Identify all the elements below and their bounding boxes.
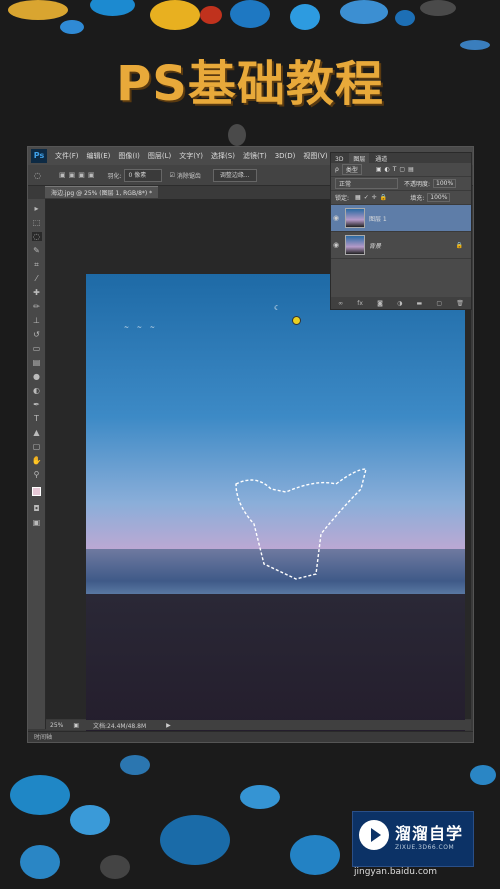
lasso-selection-outline [235,468,367,580]
fill-label: 填充: [410,195,425,202]
timeline-tab[interactable]: 时间轴 [28,731,473,742]
path-select-tool-icon[interactable]: ▲ [32,428,42,437]
tab-3d[interactable]: 3D [331,155,347,164]
group-icon[interactable]: ▬ [417,300,423,307]
footer-url: jingyan.baidu.com [354,867,438,877]
shape-tool-icon[interactable]: ▢ [32,442,42,451]
layer-name: 背景 [369,242,382,250]
kind-filter-dropdown[interactable]: 类型 [341,164,362,175]
menu-3d[interactable]: 3D(D) [271,152,300,160]
menu-image[interactable]: 图像(I) [114,151,144,161]
lock-icon: 🔒 [455,241,463,249]
menu-type[interactable]: 文字(Y) [175,151,207,161]
feather-input[interactable]: 0 像素 [124,168,163,182]
eraser-tool-icon[interactable]: ▭ [32,344,42,353]
link-icon[interactable]: ∞ [338,300,343,307]
history-brush-tool-icon[interactable]: ↺ [32,330,42,339]
healing-tool-icon[interactable]: ✚ [32,288,42,297]
zoom-level[interactable]: 25% [50,722,63,729]
layer-thumbnail [345,208,365,228]
menu-file[interactable]: 文件(F) [51,151,83,161]
layer-name: 图层 1 [369,215,387,223]
marquee-tool-icon[interactable]: ⬚ [32,218,42,227]
layer-row-layer1[interactable]: ◉ 图层 1 [331,205,471,232]
adjustment-icon[interactable]: ◑ [397,300,402,307]
layers-footer: ∞ fx ◙ ◑ ▬ ▢ 🗑 [331,297,471,309]
new-layer-icon[interactable]: ▢ [436,300,442,307]
layer-row-background[interactable]: ◉ 背景 🔒 [331,232,471,259]
quick-select-tool-icon[interactable]: ✎ [32,246,42,255]
eyedropper-tool-icon[interactable]: ⁄ [32,274,42,283]
visibility-eye-icon[interactable]: ◉ [331,214,341,222]
document-canvas[interactable]: ~ ~ ~ ☾ [86,274,465,742]
zoom-tool-icon[interactable]: ⚲ [32,470,42,479]
brush-tool-icon[interactable]: ✏ [32,302,42,311]
menu-view[interactable]: 视图(V) [299,151,331,161]
trash-icon[interactable]: 🗑 [456,300,464,307]
blur-tool-icon[interactable]: ● [32,372,42,381]
tab-layers[interactable]: 图层 [349,153,370,164]
filter-row: ρ 类型 ▣◐T▢▤ [331,163,471,177]
layer-thumbnail [345,235,365,255]
menu-layer[interactable]: 图层(L) [144,151,175,161]
layers-panel: 3D 图层 通道 ρ 类型 ▣◐T▢▤ 正常 不透明度: 100% 锁定: ▦✓… [330,152,472,310]
menu-select[interactable]: 选择(S) [207,151,239,161]
hand-tool-icon[interactable]: ✋ [32,456,42,465]
blend-mode-dropdown[interactable]: 正常 [335,178,398,189]
quick-mask-icon[interactable]: ◘ [32,504,42,513]
status-arrow-icon[interactable]: ▶ [166,722,171,729]
dodge-tool-icon[interactable]: ◐ [32,386,42,395]
watermark-logo: 溜溜自学 ZIXUE.3D66.COM [352,811,474,867]
opacity-input[interactable]: 100% [433,179,457,188]
move-tool-icon[interactable]: ▸ [32,204,42,213]
lock-row: 锁定: ▦✓✛🔒 填充: 100% [331,191,471,205]
play-icon [359,820,389,850]
refine-edge-button[interactable]: 调整边缘... [212,168,257,182]
doc-info: 文档:24.4M/48.8M [93,722,147,730]
feather-label: 羽化: [107,172,122,180]
menu-edit[interactable]: 编辑(E) [83,151,115,161]
antialias-checkbox[interactable]: ☑ [169,172,174,179]
antialias-label: 消除锯齿 [176,172,201,180]
selection-mode-icons[interactable]: ▣▣▣▣ [59,171,97,179]
lock-label: 锁定: [335,195,350,202]
panel-tabs: 3D 图层 通道 [331,153,471,164]
watermark-domain: ZIXUE.3D66.COM [395,844,455,851]
filter-search-icon: ρ [335,166,339,173]
document-tab[interactable]: 海边.jpg @ 25% (图层 1, RGB/8*) * [45,186,159,198]
status-icon: ▣ [73,721,80,729]
blend-row: 正常 不透明度: 100% [331,177,471,191]
toolbox: ▸ ⬚ ◌ ✎ ⌗ ⁄ ✚ ✏ ⊥ ↺ ▭ ▤ ● ◐ ✒ T ▲ ▢ ✋ ⚲ … [28,199,46,729]
ps-logo-icon: Ps [31,149,47,163]
lasso-tool-icon[interactable]: ◌ [31,232,42,241]
mask-icon[interactable]: ◙ [377,300,383,307]
crop-tool-icon[interactable]: ⌗ [32,260,42,269]
lock-icons[interactable]: ▦✓✛🔒 [355,194,390,201]
lasso-tool-preset-icon[interactable]: ◌ [34,171,41,180]
type-tool-icon[interactable]: T [32,414,42,423]
menu-filter[interactable]: 滤镜(T) [239,151,271,161]
fx-icon[interactable]: fx [357,300,363,307]
gradient-tool-icon[interactable]: ▤ [32,358,42,367]
opacity-label: 不透明度: [404,181,431,188]
photoshop-window: Ps 文件(F) 编辑(E) 图像(I) 图层(L) 文字(Y) 选择(S) 滤… [27,146,474,743]
visibility-eye-icon[interactable]: ◉ [331,241,341,249]
watermark-name: 溜溜自学 [395,824,464,843]
screen-mode-icon[interactable]: ▣ [32,518,42,527]
status-bar: 25% ▣ 文档:24.4M/48.8M ▶ [46,720,471,730]
fill-input[interactable]: 100% [427,193,451,202]
document-tab-bar: 海边.jpg @ 25% (图层 1, RGB/8*) * [45,186,345,198]
clone-stamp-tool-icon[interactable]: ⊥ [32,316,42,325]
tab-channels[interactable]: 通道 [371,153,391,164]
color-swatches-icon[interactable] [32,487,42,496]
page-title: PS基础教程 [116,56,384,112]
pen-tool-icon[interactable]: ✒ [32,400,42,409]
filter-icons[interactable]: ▣◐T▢▤ [376,166,417,173]
